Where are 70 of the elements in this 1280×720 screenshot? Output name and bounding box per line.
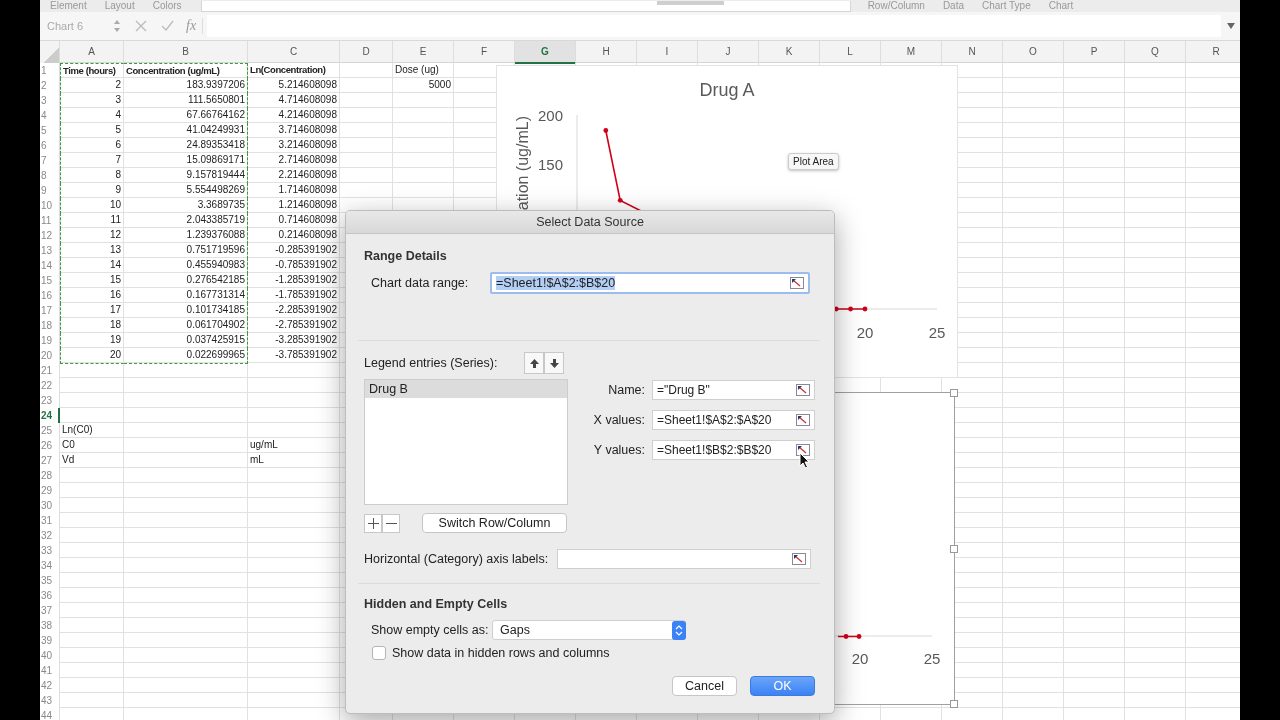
- field-label: Horizontal (Category) axis labels:: [364, 552, 549, 566]
- table-cell: 0.751719596: [124, 243, 248, 259]
- axis-tick-label: 150: [537, 155, 563, 173]
- table-cell-text: 2.214608098: [277, 168, 338, 182]
- chart-title: Drug A: [699, 80, 755, 100]
- table-cell: 5.554498269: [124, 183, 248, 199]
- table-cell-text: 2.714608098: [277, 153, 338, 167]
- table-cell: Concentration (ug/mL): [124, 63, 248, 79]
- table-cell-text: C0: [61, 438, 76, 452]
- table-cell-text: Dose (ug): [394, 63, 440, 77]
- table-cell-text: 3.714608098: [277, 123, 338, 137]
- table-cell: 111.5650801: [124, 93, 248, 109]
- table-cell-text: 1.714608098: [277, 183, 338, 197]
- section-heading: Hidden and Empty Cells: [364, 596, 509, 612]
- axis-tick-label: 200: [537, 107, 563, 124]
- table-cell: 9.157819444: [124, 168, 248, 184]
- table-cell: 3.3689735: [124, 198, 248, 214]
- table-cell: 0.061704902: [124, 318, 248, 334]
- dialog-title: Select Data Source: [346, 211, 834, 234]
- table-cell-text: 1.214608098: [277, 198, 338, 212]
- table-cell-text: -0.285391902: [274, 243, 338, 257]
- table-cell: 41.04249931: [124, 123, 248, 139]
- field-label: X values:: [592, 413, 645, 427]
- table-cell: 0.101734185: [124, 303, 248, 319]
- table-cell-text: 5000: [427, 78, 452, 92]
- table-cell-text: -0.785391902: [274, 258, 338, 272]
- axis-tick-label: 25: [928, 324, 946, 341]
- table-cell-text: 0.714608098: [277, 213, 338, 227]
- field-label: Chart data range:: [371, 276, 470, 290]
- table-cell-text: ug/mL: [249, 438, 279, 452]
- field-label: Show empty cells as:: [371, 623, 490, 637]
- table-cell-text: 4.214608098: [277, 108, 338, 122]
- section-heading: Range Details: [364, 248, 448, 264]
- axis-tick-label: 20: [856, 324, 874, 341]
- axis-tick-label: 25: [923, 650, 941, 667]
- checkbox-label: Show data in hidden rows and columns: [392, 646, 610, 660]
- table-cell-text: 5.214608098: [277, 78, 338, 92]
- table-cell-text: -2.785391902: [274, 318, 338, 332]
- table-cell: 20: [60, 348, 124, 364]
- table-cell: 24.89353418: [124, 138, 248, 154]
- table-cell-text: Ln(C0): [61, 423, 94, 437]
- field-label: Y values:: [592, 443, 645, 457]
- table-cell-text: 0.214608098: [277, 228, 338, 242]
- tooltip: Plot Area: [788, 153, 839, 170]
- field-label: Legend entries (Series):: [364, 356, 498, 370]
- table-cell: 1.239376088: [124, 228, 248, 244]
- table-cell-text: -1.785391902: [274, 288, 338, 302]
- table-cell-text: mL: [249, 453, 265, 467]
- table-cell: 0.022699965: [124, 348, 248, 364]
- axis-title: ation (ug/mL): [514, 116, 531, 211]
- table-cell: 2.043385719: [124, 213, 248, 229]
- field-label: Name:: [607, 383, 645, 397]
- axis-tick-label: 20: [851, 650, 869, 667]
- table-cell-text: Ln(Concentration): [249, 63, 327, 77]
- table-cell: 15.09869171: [124, 153, 248, 169]
- table-cell-text: Vd: [61, 453, 76, 467]
- table-cell-text: -3.785391902: [274, 348, 338, 362]
- table-cell-text: -2.285391902: [274, 303, 338, 317]
- table-cell: 0.455940983: [124, 258, 248, 274]
- field-value: =Sheet1!$A$2:$B$20: [496, 276, 616, 290]
- table-cell: 0.167731314: [124, 288, 248, 304]
- table-cell-text: -3.285391902: [274, 333, 338, 347]
- table-cell: Time (hours): [60, 63, 124, 79]
- table-cell: 183.9397206: [124, 78, 248, 94]
- table-cell: 67.66764162: [124, 108, 248, 124]
- table-cell-text: 3.214608098: [277, 138, 338, 152]
- table-cell: 0.037425915: [124, 333, 248, 349]
- table-cell: 0.276542185: [124, 273, 248, 289]
- table-cell-text: -1.285391902: [274, 273, 338, 287]
- table-cell-text: 4.714608098: [277, 93, 338, 107]
